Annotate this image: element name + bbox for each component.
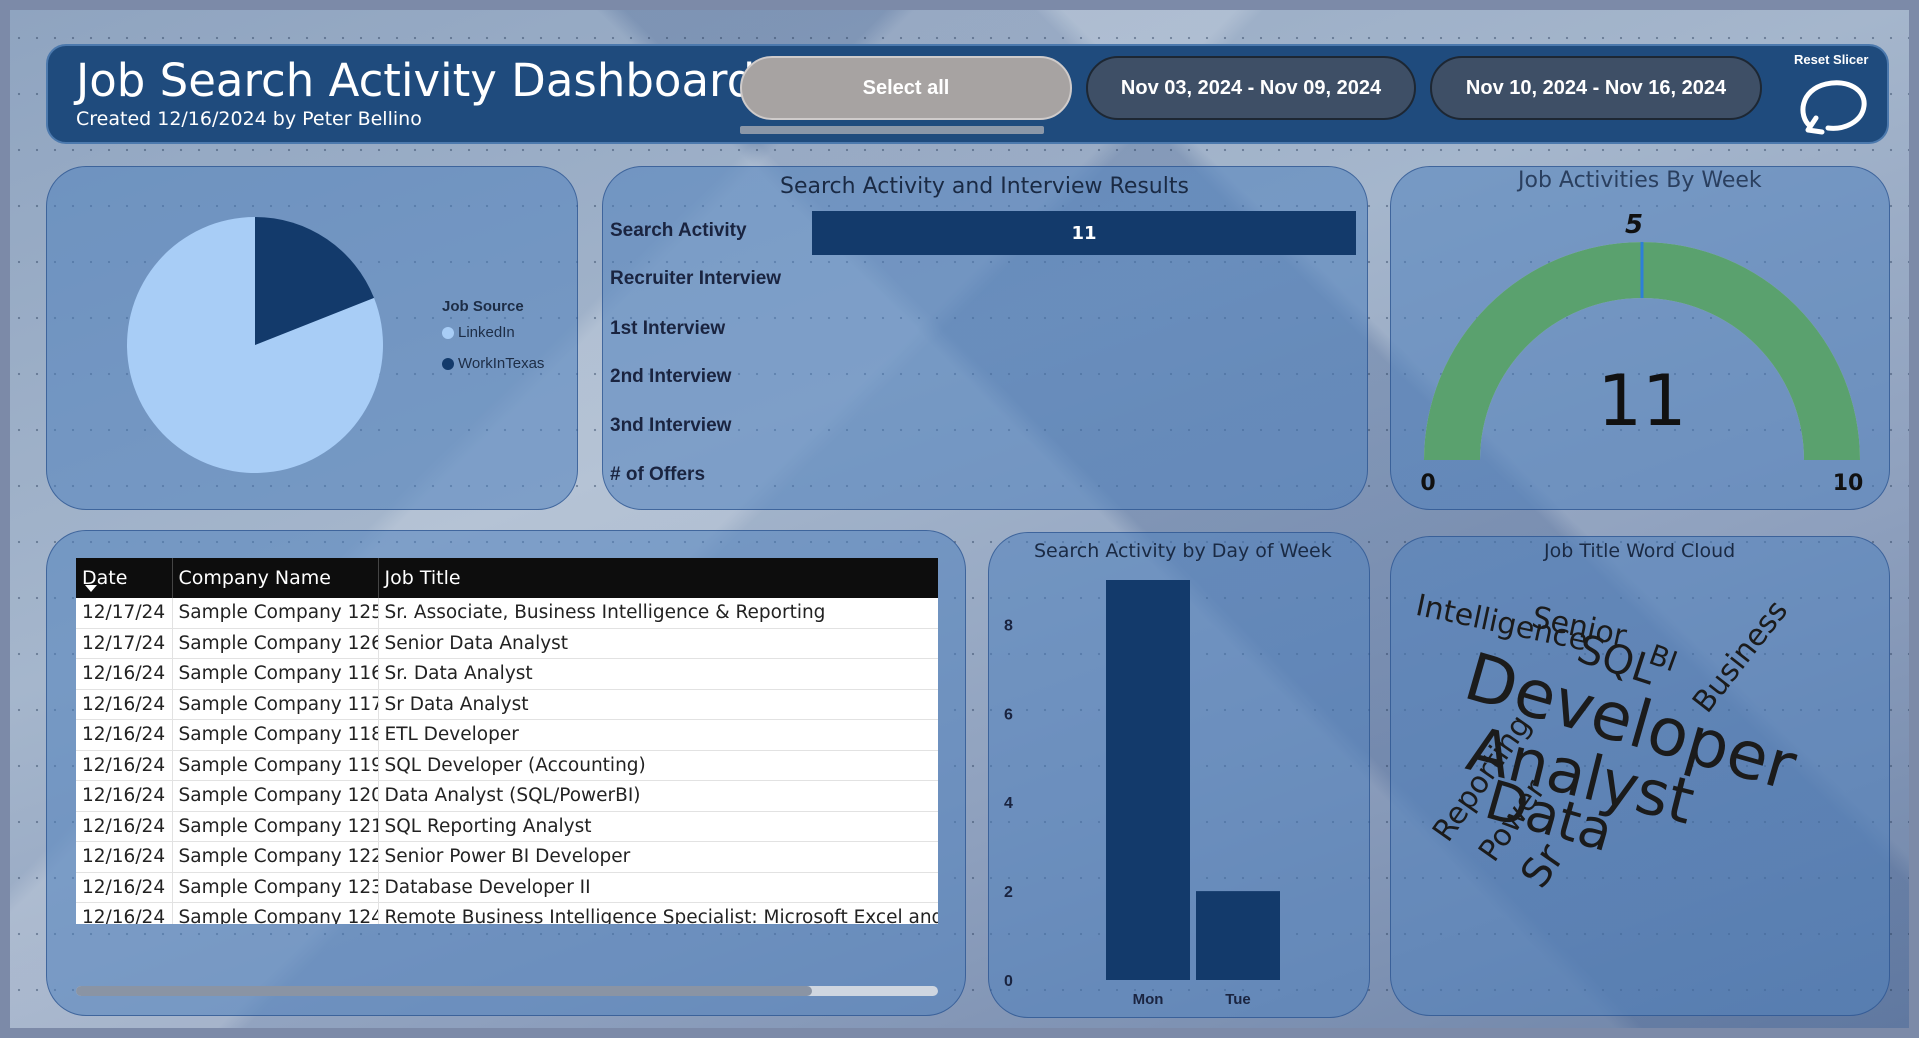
job-table: Date Company Name Job Title 12/17/24 Samp… [76, 558, 938, 924]
slicer-week-1-button[interactable]: Nov 03, 2024 - Nov 09, 2024 [1086, 56, 1416, 120]
table-row[interactable]: 12/16/24 Sample Company 117 Sr Data Analys… [76, 689, 938, 720]
slicer-select-all-button[interactable]: Select all [740, 56, 1072, 120]
y-tick-label: 8 [1004, 617, 1013, 634]
cell-date: 12/16/24 [76, 811, 173, 842]
y-tick-label: 0 [1004, 973, 1013, 990]
table-row[interactable]: 12/16/24 Sample Company 121 SQL Reporting … [76, 811, 938, 842]
cell-company: Sample Company 125 [172, 598, 379, 629]
pie-legend-title: Job Source [442, 298, 524, 315]
cell-job-title: Data Analyst (SQL/PowerBI) [378, 780, 938, 812]
funnel-label-2: Recruiter Interview [610, 268, 782, 289]
cell-date: 12/16/24 [76, 719, 173, 751]
cell-job-title: Sr Data Analyst [378, 689, 938, 720]
table-row[interactable]: 12/17/24 Sample Company 126 Senior Data An… [76, 628, 938, 659]
cell-job-title: ETL Developer [378, 719, 938, 751]
cell-company: Sample Company 119 [172, 750, 379, 781]
gauge-max-label: 10 [1833, 471, 1864, 496]
cell-job-title: Remote Business Intelligence Specialist:… [378, 902, 938, 924]
funnel-label-4: 2nd Interview [610, 366, 732, 387]
cell-company: Sample Company 122 [172, 841, 379, 873]
cell-date: 12/16/24 [76, 750, 173, 781]
reset-arrow-icon[interactable] [1796, 72, 1870, 140]
table-row[interactable]: 12/16/24 Sample Company 122 Senior Power B… [76, 841, 938, 873]
cell-date: 12/17/24 [76, 598, 173, 629]
x-tick-label-mon: Mon [1133, 991, 1164, 1008]
table-row[interactable]: 12/16/24 Sample Company 120 Data Analyst (… [76, 780, 938, 812]
table-row[interactable]: 12/16/24 Sample Company 118 ETL Developer [76, 719, 938, 751]
y-tick-label: 2 [1004, 884, 1013, 901]
table-row[interactable]: 12/16/24 Sample Company 119 SQL Developer … [76, 750, 938, 781]
cell-company: Sample Company 120 [172, 780, 379, 812]
legend-label-linkedin: LinkedIn [458, 324, 515, 341]
sort-descending-icon[interactable] [85, 585, 97, 592]
gauge-min-label: 0 [1420, 471, 1435, 496]
slicer-scrollbar[interactable] [740, 126, 1044, 134]
cell-job-title: Database Developer II [378, 872, 938, 903]
table-row[interactable]: 12/17/24 Sample Company 125 Sr. Associate,… [76, 598, 938, 629]
table-row[interactable]: 12/16/24 Sample Company 116 Sr. Data Analy… [76, 658, 938, 690]
cell-date: 12/16/24 [76, 689, 173, 720]
legend-dot-workintexas [442, 357, 454, 370]
legend-item-workintexas[interactable]: WorkInTexas [442, 355, 544, 372]
page-title: Job Search Activity Dashboard [76, 54, 756, 107]
y-tick-label: 6 [1004, 706, 1013, 723]
column-header-company[interactable]: Company Name [172, 558, 379, 598]
gauge-value-label: 11 [1597, 360, 1686, 442]
job-source-pie-chart[interactable] [120, 210, 390, 480]
y-tick-label: 4 [1004, 795, 1013, 812]
cell-job-title: Sr. Data Analyst [378, 658, 938, 690]
cell-job-title: SQL Developer (Accounting) [378, 750, 938, 781]
cell-company: Sample Company 121 [172, 811, 379, 842]
cell-job-title: Senior Power BI Developer [378, 841, 938, 873]
cell-company: Sample Company 126 [172, 628, 379, 659]
legend-dot-linkedin [442, 326, 454, 339]
cell-company: Sample Company 117 [172, 689, 379, 720]
legend-item-linkedin[interactable]: LinkedIn [442, 324, 515, 341]
funnel-label-3: 1st Interview [610, 318, 726, 339]
bar-mon[interactable] [1106, 580, 1190, 980]
cell-job-title: Sr. Associate, Business Intelligence & R… [378, 598, 938, 629]
page-subtitle: Created 12/16/2024 by Peter Bellino [76, 108, 422, 130]
table-scroll-thumb[interactable] [76, 986, 812, 996]
cell-company: Sample Company 124 [172, 902, 379, 924]
day-of-week-title: Search Activity by Day of Week [1034, 540, 1332, 562]
day-of-week-bar-chart[interactable]: 0 2 4 6 8 Mon Tue [988, 570, 1370, 1010]
slicer-week-2-button[interactable]: Nov 10, 2024 - Nov 16, 2024 [1430, 56, 1762, 120]
funnel-label-5: 3nd Interview [610, 415, 732, 436]
funnel-label-1: Search Activity [610, 220, 747, 241]
funnel-label-6: # of Offers [610, 464, 706, 485]
funnel-bar-1[interactable]: 11 [812, 211, 1356, 255]
table-row[interactable]: 12/16/24 Sample Company 124 Remote Busines… [76, 902, 938, 924]
column-header-job-title[interactable]: Job Title [378, 558, 938, 598]
cell-date: 12/16/24 [76, 902, 173, 924]
gauge-target-label: 5 [1625, 210, 1643, 240]
bar-tue[interactable] [1196, 891, 1280, 980]
cell-date: 12/16/24 [76, 841, 173, 873]
cell-company: Sample Company 116 [172, 658, 379, 690]
legend-label-workintexas: WorkInTexas [458, 355, 545, 372]
table-row[interactable]: 12/16/24 Sample Company 123 Database Devel… [76, 872, 938, 903]
cell-date: 12/17/24 [76, 628, 173, 659]
reset-slicer-label: Reset Slicer [1794, 52, 1869, 67]
table-header-row: Date Company Name Job Title [76, 558, 938, 598]
cell-date: 12/16/24 [76, 872, 173, 903]
header-bar: Job Search Activity Dashboard Created 12… [46, 44, 1889, 144]
word-cloud-title: Job Title Word Cloud [1544, 540, 1736, 562]
column-header-date[interactable]: Date [76, 558, 173, 598]
x-tick-label-tue: Tue [1225, 991, 1251, 1008]
cell-job-title: SQL Reporting Analyst [378, 811, 938, 842]
cell-company: Sample Company 118 [172, 719, 379, 751]
weekly-activities-title: Job Activities By Week [1518, 168, 1762, 193]
weekly-activities-gauge[interactable]: 5 11 0 10 [1390, 210, 1890, 510]
dashboard-canvas: Job Search Activity Dashboard Created 12… [0, 0, 1919, 1038]
cell-company: Sample Company 123 [172, 872, 379, 903]
cell-date: 12/16/24 [76, 658, 173, 690]
cell-date: 12/16/24 [76, 780, 173, 812]
interview-results-title: Search Activity and Interview Results [780, 174, 1189, 199]
cell-job-title: Senior Data Analyst [378, 628, 938, 659]
